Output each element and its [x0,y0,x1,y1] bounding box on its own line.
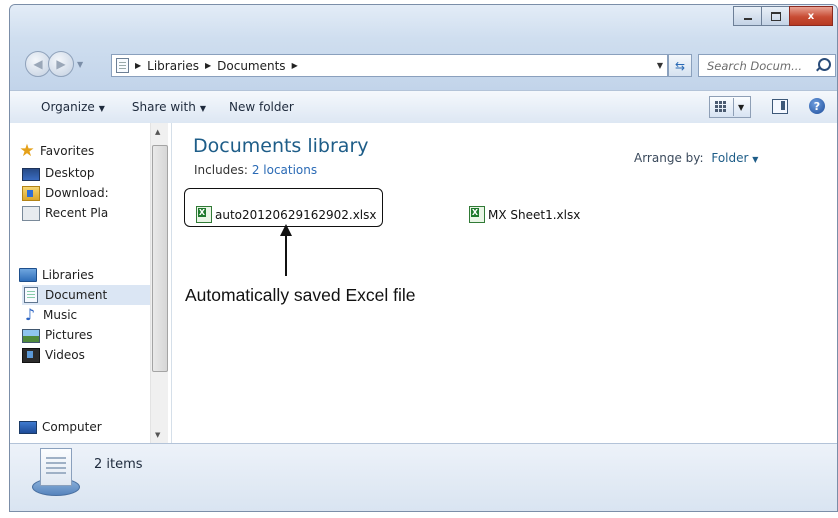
minimize-button[interactable] [733,6,762,26]
annotation-arrow-line [285,230,287,276]
search-placeholder: Search Docum... [707,58,803,73]
star-icon: ★ [19,141,35,161]
forward-arrow-icon: ▶ [56,57,66,71]
desktop-icon [22,167,40,181]
nav-item-favorites[interactable]: ★ Favorites [19,141,94,161]
close-button[interactable]: x [789,6,833,26]
explorer-window: x ◀ ▶ ▼ ▶ Libraries ▶ Documents ▶ ▼ ⇆ Se… [9,4,838,512]
view-separator [733,98,734,116]
nav-item-label: Computer [42,420,102,434]
downloads-folder-icon [22,185,40,201]
item-count: 2 items [94,457,143,472]
nav-item-music[interactable]: ♪ Music [22,305,77,325]
arrange-by-label: Arrange by: [634,151,704,165]
annotation-label: Automatically saved Excel file [185,285,416,305]
navigation-pane: ★ Favorites Desktop Download: Recent Pla… [10,123,172,443]
title-bar: x ◀ ▶ ▼ ▶ Libraries ▶ Documents ▶ ▼ ⇆ Se… [10,5,837,90]
details-pane: 2 items [10,443,837,511]
address-dropdown-icon[interactable]: ▼ [657,61,663,70]
file-list-pane: Documents library Includes: 2 locations … [172,123,837,443]
recent-places-icon [22,205,40,221]
chevron-right-icon[interactable]: ▶ [205,61,211,70]
address-bar[interactable]: ▶ Libraries ▶ Documents ▶ ▼ [111,54,668,77]
search-icon[interactable] [818,58,831,71]
nav-item-recent-places[interactable]: Recent Pla [22,203,108,223]
locations-link[interactable]: 2 locations [252,163,317,177]
nav-item-computer[interactable]: Computer [19,417,102,437]
library-includes: Includes: 2 locations [194,163,317,177]
new-folder-button[interactable]: New folder [229,100,294,114]
navigation-buttons: ◀ ▶ ▼ [25,51,83,77]
nav-item-label: Libraries [42,268,94,282]
nav-item-label: Pictures [45,328,93,342]
command-bar: Organize ▼ Share with ▼ New folder ▼ ? [10,90,837,124]
nav-item-desktop[interactable]: Desktop [22,163,95,183]
breadcrumb-documents[interactable]: Documents [217,59,285,73]
videos-icon [22,347,40,363]
nav-item-documents[interactable]: Document [22,285,150,305]
pictures-icon [22,329,40,343]
chevron-down-icon[interactable]: ▼ [738,103,744,112]
documents-large-icon [40,448,72,486]
organize-menu[interactable]: Organize ▼ [41,100,105,114]
computer-icon [19,421,37,434]
search-input[interactable]: Search Docum... [698,54,836,77]
nav-scrollbar[interactable]: ▲ ▼ [150,123,168,443]
scroll-thumb[interactable] [152,145,168,372]
nav-item-downloads[interactable]: Download: [22,183,109,203]
minimize-icon [743,18,752,20]
nav-item-label: Music [43,308,78,322]
forward-button[interactable]: ▶ [48,51,74,77]
chevron-right-icon[interactable]: ▶ [135,61,141,70]
breadcrumb-libraries[interactable]: Libraries [147,59,199,73]
chevron-down-icon: ▼ [199,104,206,113]
nav-item-label: Videos [45,348,85,362]
maximize-icon [770,11,781,21]
recent-pages-dropdown[interactable]: ▼ [77,60,83,69]
change-view-button[interactable]: ▼ [709,96,751,118]
annotation-highlight-box [184,188,383,227]
close-icon: x [807,10,815,22]
view-grid-icon [715,101,727,113]
scroll-up-icon[interactable]: ▲ [155,128,160,136]
file-name: MX Sheet1.xlsx [488,207,581,222]
file-item[interactable]: MX Sheet1.xlsx [469,206,580,223]
document-icon [24,287,38,303]
arrange-by-dropdown[interactable]: Folder ▼ [711,151,758,165]
libraries-icon [19,268,37,282]
nav-item-label: Download: [45,186,109,200]
nav-item-label: Desktop [45,166,95,180]
chevron-right-icon[interactable]: ▶ [292,61,298,70]
documents-library-icon [116,58,129,73]
nav-item-label: Favorites [40,144,95,158]
share-with-menu[interactable]: Share with ▼ [132,100,206,114]
refresh-button[interactable]: ⇆ [668,54,692,77]
share-with-label: Share with [131,100,196,114]
nav-item-videos[interactable]: Videos [22,345,85,365]
includes-label: Includes: [194,163,248,177]
chevron-down-icon: ▼ [98,104,105,113]
maximize-button[interactable] [761,6,790,26]
nav-item-libraries[interactable]: Libraries [19,265,94,285]
back-arrow-icon: ◀ [33,57,43,71]
scroll-down-icon[interactable]: ▼ [155,431,160,439]
preview-pane-icon[interactable] [772,99,788,114]
organize-label: Organize [41,100,95,114]
chevron-down-icon: ▼ [752,155,759,164]
excel-file-icon [469,206,485,223]
music-note-icon: ♪ [24,305,36,324]
refresh-icon: ⇆ [674,58,686,73]
help-icon[interactable]: ? [809,98,825,114]
library-title: Documents library [193,135,369,157]
arrange-by: Arrange by: Folder ▼ [634,151,758,165]
caption-buttons: x [733,6,833,26]
nav-item-label: Recent Pla [45,206,109,220]
nav-item-label: Document [45,288,108,302]
nav-item-pictures[interactable]: Pictures [22,325,93,345]
arrange-by-value: Folder [711,151,749,165]
